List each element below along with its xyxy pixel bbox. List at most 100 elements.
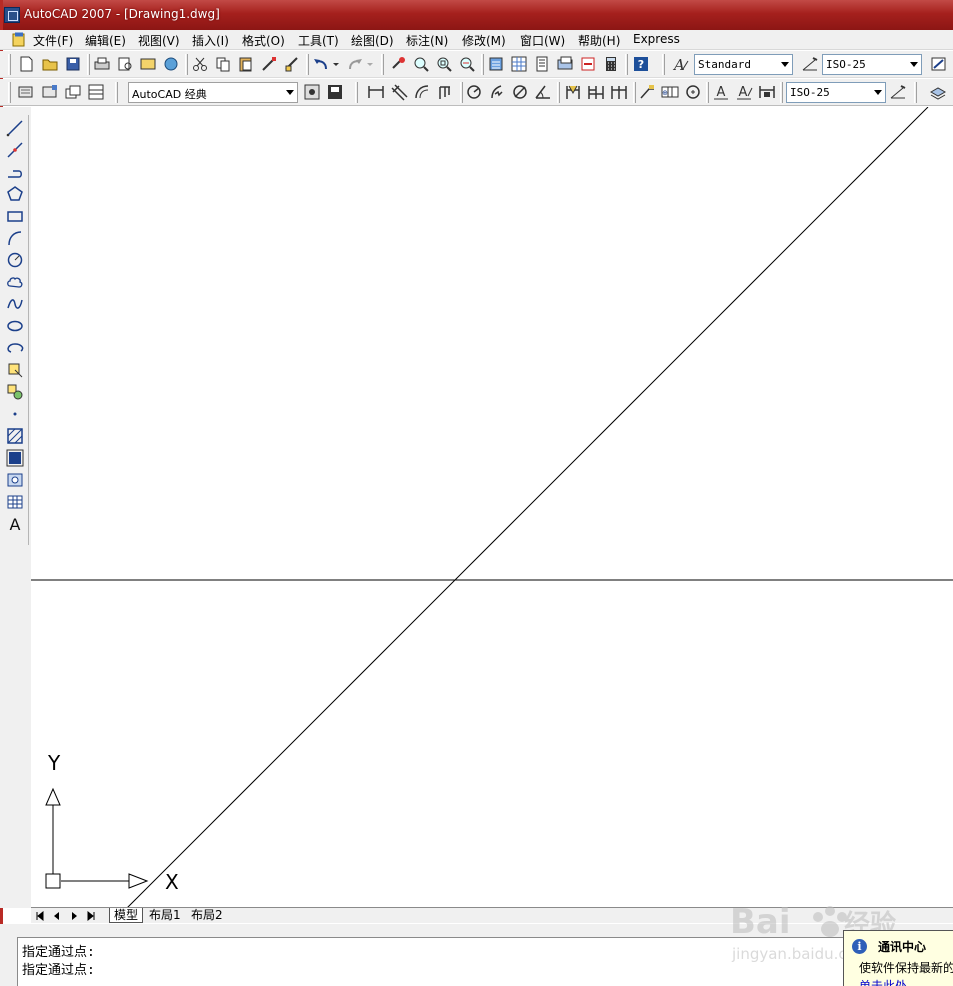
menu-edit[interactable]: 编辑(E) xyxy=(85,32,126,49)
ellipse-arc-icon[interactable] xyxy=(5,338,25,358)
menu-file[interactable]: 文件(F) xyxy=(33,32,73,49)
cut-icon[interactable] xyxy=(190,54,210,74)
plot-icon[interactable] xyxy=(92,54,112,74)
markup-set-icon[interactable] xyxy=(578,54,598,74)
title-bar[interactable]: AutoCAD 2007 - [Drawing1.dwg] xyxy=(0,0,953,30)
menu-help[interactable]: 帮助(H) xyxy=(578,32,620,49)
toolbar-grip[interactable] xyxy=(662,54,665,75)
toolbar-grip[interactable] xyxy=(8,82,11,103)
arc-length-icon[interactable] xyxy=(412,82,432,102)
tolerance-icon[interactable]: ⊕ xyxy=(660,82,680,102)
help-icon[interactable]: ? xyxy=(631,54,651,74)
gradient-icon[interactable] xyxy=(5,448,25,468)
undo-dropdown-icon[interactable] xyxy=(331,54,341,74)
dimension-style-icon[interactable] xyxy=(800,54,820,74)
redo-icon[interactable] xyxy=(345,54,365,74)
save-workspace-icon[interactable] xyxy=(325,82,345,102)
hatch-icon[interactable] xyxy=(5,426,25,446)
table-style-icon[interactable] xyxy=(929,54,949,74)
table-icon[interactable] xyxy=(5,492,25,512)
angular-dimension-icon[interactable] xyxy=(533,82,553,102)
toolbar-grip[interactable] xyxy=(460,82,463,103)
point-icon[interactable] xyxy=(5,404,25,424)
text-style-select[interactable]: Standard xyxy=(694,54,793,75)
zoom-realtime-icon[interactable] xyxy=(411,54,431,74)
menu-window[interactable]: 窗口(W) xyxy=(520,32,565,49)
document-icon[interactable] xyxy=(11,32,27,47)
line-icon[interactable] xyxy=(5,118,25,138)
layer-state-icon[interactable] xyxy=(40,82,60,102)
dimension-style-select-2[interactable]: ISO-25 xyxy=(786,82,886,103)
plot-preview-icon[interactable] xyxy=(115,54,135,74)
arc-icon[interactable] xyxy=(5,228,25,248)
copy-icon[interactable] xyxy=(213,54,233,74)
text-style-icon[interactable]: A xyxy=(671,54,691,74)
last-tab-icon[interactable] xyxy=(85,910,97,922)
communication-center-balloon[interactable]: i 通讯中心 使软件保持最新的 单击此处。 xyxy=(843,930,953,986)
drawing-canvas[interactable]: Y X xyxy=(31,107,953,908)
rectangle-icon[interactable] xyxy=(5,206,25,226)
properties-icon[interactable] xyxy=(486,54,506,74)
ellipse-icon[interactable] xyxy=(5,316,25,336)
toolbar-grip[interactable] xyxy=(355,82,358,103)
dimension-style-manager-icon[interactable] xyxy=(888,82,908,102)
toolbar-grip[interactable] xyxy=(633,82,636,103)
quick-dimension-icon[interactable] xyxy=(563,82,583,102)
dimension-update-icon[interactable] xyxy=(757,82,777,102)
toolbar-grip[interactable] xyxy=(780,82,783,103)
next-tab-icon[interactable] xyxy=(68,910,80,922)
circle-icon[interactable] xyxy=(5,250,25,270)
toolbar-grip[interactable] xyxy=(706,82,709,103)
redo-dropdown-icon[interactable] xyxy=(365,54,375,74)
quick-leader-icon[interactable] xyxy=(637,82,657,102)
menu-dimension[interactable]: 标注(N) xyxy=(406,32,448,49)
block-editor-icon[interactable] xyxy=(282,54,302,74)
toolbar-grip[interactable] xyxy=(306,54,309,75)
balloon-link[interactable]: 单击此处。 xyxy=(859,977,919,986)
jogged-dimension-icon[interactable] xyxy=(487,82,507,102)
menu-tools[interactable]: 工具(T) xyxy=(298,32,339,49)
menu-modify[interactable]: 修改(M) xyxy=(462,32,506,49)
open-icon[interactable] xyxy=(40,54,60,74)
make-block-icon[interactable] xyxy=(5,382,25,402)
toolbar-grip[interactable] xyxy=(87,54,90,75)
match-properties-icon[interactable] xyxy=(259,54,279,74)
toolbar-grip[interactable] xyxy=(8,54,11,75)
dimension-edit-icon[interactable]: A xyxy=(711,82,731,102)
tool-palettes-icon[interactable] xyxy=(532,54,552,74)
construction-line-icon[interactable] xyxy=(5,140,25,160)
multiline-text-icon[interactable]: A xyxy=(5,514,25,534)
design-center-icon[interactable] xyxy=(509,54,529,74)
menu-express[interactable]: Express xyxy=(633,32,680,46)
dimension-text-edit-icon[interactable]: A xyxy=(734,82,754,102)
menu-draw[interactable]: 绘图(D) xyxy=(351,32,394,49)
autocad-app-icon[interactable] xyxy=(4,7,20,23)
layer-manager-icon[interactable] xyxy=(16,82,36,102)
zoom-window-icon[interactable] xyxy=(434,54,454,74)
diagonal-construction-line[interactable] xyxy=(126,107,929,908)
previous-tab-icon[interactable] xyxy=(51,910,63,922)
menu-view[interactable]: 视图(V) xyxy=(138,32,180,49)
paste-icon[interactable] xyxy=(236,54,256,74)
tab-layout2[interactable]: 布局2 xyxy=(187,908,227,923)
undo-icon[interactable] xyxy=(311,54,331,74)
toolbar-grip[interactable] xyxy=(381,54,384,75)
center-mark-icon[interactable] xyxy=(683,82,703,102)
radius-dimension-icon[interactable] xyxy=(464,82,484,102)
dimension-style-select[interactable]: ISO-25 xyxy=(822,54,922,75)
toolbar-grip[interactable] xyxy=(914,82,917,103)
workspace-settings-icon[interactable] xyxy=(302,82,322,102)
toolbar-grip[interactable] xyxy=(625,54,628,75)
layer-walk-icon[interactable] xyxy=(86,82,106,102)
polygon-icon[interactable] xyxy=(5,184,25,204)
zoom-previous-icon[interactable] xyxy=(457,54,477,74)
toolbar-grip[interactable] xyxy=(557,82,560,103)
toolbar-grip[interactable] xyxy=(185,54,188,75)
menu-format[interactable]: 格式(O) xyxy=(242,32,285,49)
toolbar-grip[interactable] xyxy=(481,54,484,75)
aligned-dimension-icon[interactable] xyxy=(389,82,409,102)
calculator-icon[interactable] xyxy=(601,54,621,74)
layer-previous-icon[interactable] xyxy=(63,82,83,102)
workspace-select[interactable]: AutoCAD 经典 xyxy=(128,82,298,103)
pan-icon[interactable] xyxy=(388,54,408,74)
